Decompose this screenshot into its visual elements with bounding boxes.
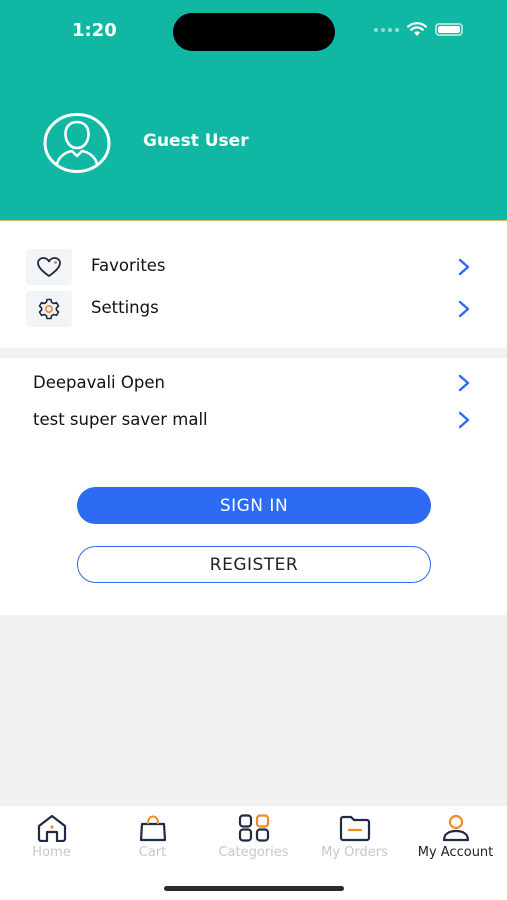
tab-categories[interactable]: Categories (203, 814, 304, 868)
grid-icon (238, 814, 269, 842)
heart-icon (37, 257, 61, 277)
user-name: Guest User (143, 131, 249, 151)
tab-my-orders[interactable]: My Orders (304, 814, 405, 868)
sign-in-button[interactable]: SIGN IN (77, 487, 431, 524)
tab-label: Categories (218, 845, 289, 860)
status-indicators (374, 22, 463, 37)
chevron-right-icon (458, 300, 470, 318)
status-time: 1:20 (72, 20, 117, 41)
menu-item-label: Settings (91, 298, 159, 317)
menu-section: Favorites Settings (0, 221, 507, 348)
user-icon (442, 814, 469, 842)
tab-home[interactable]: Home (1, 814, 102, 868)
settings-icon-box (26, 291, 72, 327)
gear-icon (38, 298, 60, 320)
shop-item-deepavali-open[interactable]: Deepavali Open (0, 367, 507, 399)
tab-label: Cart (138, 845, 167, 860)
dynamic-island (173, 13, 335, 51)
chevron-right-icon (458, 374, 470, 392)
home-indicator (164, 886, 344, 891)
menu-item-favorites[interactable]: Favorites (0, 249, 507, 285)
tab-my-account[interactable]: My Account (405, 814, 506, 868)
tab-label: My Account (417, 845, 494, 860)
shopping-bag-icon (139, 815, 166, 842)
shops-section: Deepavali Open test super saver mall SIG… (0, 358, 507, 615)
battery-icon (435, 23, 463, 36)
chevron-right-icon (458, 258, 470, 276)
signal-icon (374, 27, 399, 32)
chevron-right-icon (458, 411, 470, 429)
tab-label: My Orders (321, 845, 388, 860)
menu-item-label: Favorites (91, 256, 166, 275)
shop-item-test-super-saver-mall[interactable]: test super saver mall (0, 404, 507, 436)
register-button[interactable]: REGISTER (77, 546, 431, 583)
tab-cart[interactable]: Cart (102, 814, 203, 868)
menu-item-settings[interactable]: Settings (0, 291, 507, 327)
shop-item-label: Deepavali Open (33, 373, 165, 392)
tab-label: Home (32, 845, 71, 860)
folder-icon (339, 815, 370, 842)
user-outline-icon (43, 113, 111, 173)
wifi-icon (407, 22, 427, 36)
favorites-icon-box (26, 249, 72, 285)
profile-header: 1:20 Guest User (0, 0, 507, 221)
shop-item-label: test super saver mall (33, 410, 208, 429)
home-icon (37, 814, 66, 842)
